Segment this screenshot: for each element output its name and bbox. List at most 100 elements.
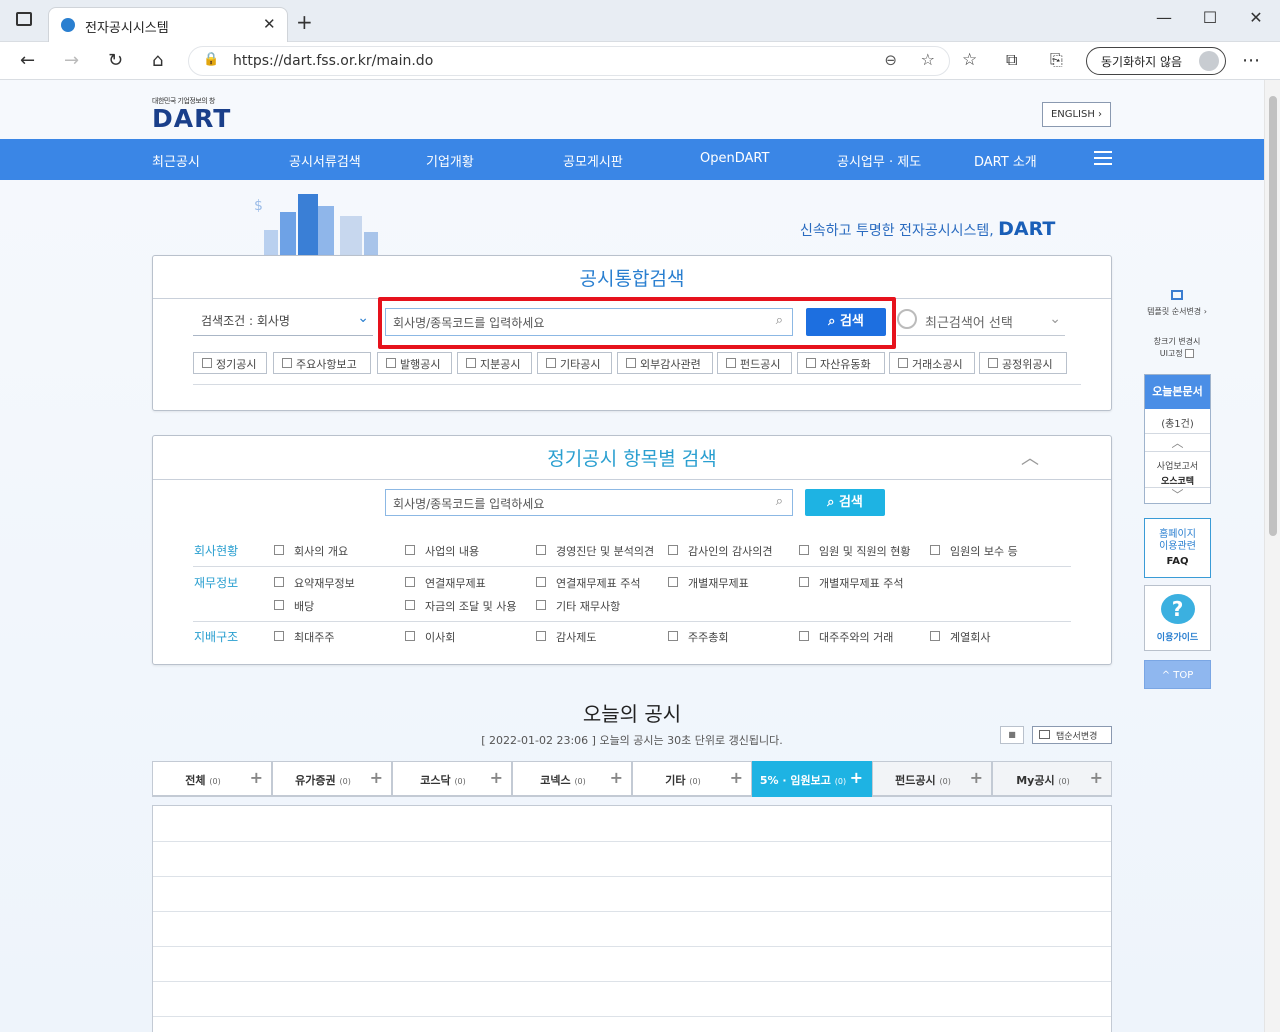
plus-icon[interactable]: +	[610, 768, 623, 787]
checkbox-box	[282, 358, 292, 368]
sync-button[interactable]: 동기화하지 않음	[1086, 47, 1226, 75]
tab-kosdaq[interactable]: 코스닥 (0) +	[392, 761, 512, 797]
checkbox-label: 발행공시	[400, 358, 441, 371]
checkbox-box	[274, 577, 284, 587]
tab-label: 코넥스	[540, 774, 571, 787]
checkbox-periodic[interactable]: 정기공시	[193, 352, 267, 374]
item-label: 이사회	[425, 631, 456, 644]
user-guide-link[interactable]: ? 이용가이드	[1144, 585, 1211, 651]
plus-icon[interactable]: +	[1090, 768, 1103, 787]
ui-fix-option[interactable]: 창크기 변경시 UI고정	[1144, 336, 1210, 360]
hamburger-menu-icon[interactable]	[1094, 151, 1112, 165]
plus-icon[interactable]: +	[730, 768, 743, 787]
tab-order-button[interactable]: 탭순서변경	[1032, 726, 1112, 744]
checkbox-box	[536, 545, 546, 555]
nav-about-dart[interactable]: DART 소개	[974, 151, 1037, 170]
checkbox-issuance[interactable]: 발행공시	[377, 352, 452, 374]
zoom-icon[interactable]: ⊖	[884, 51, 897, 69]
window-close-icon[interactable]: ✕	[1236, 8, 1276, 27]
back-icon[interactable]: ←	[20, 50, 35, 71]
ui-fix-label-2: UI고정	[1159, 349, 1183, 358]
recent-search-select[interactable]: 최근검색어 선택 ⌄	[897, 309, 1065, 336]
disclosure-list	[152, 805, 1112, 1032]
item-label: 최대주주	[294, 631, 335, 644]
plus-icon[interactable]: +	[850, 768, 863, 787]
tab-5pct-executive[interactable]: 5% · 임원보고 (0) +	[752, 761, 872, 797]
view-toggle-button[interactable]: ■	[1000, 726, 1024, 744]
home-icon[interactable]: ⌂	[152, 50, 163, 71]
recent-doc-type[interactable]: 사업보고서	[1145, 459, 1210, 472]
plus-icon[interactable]: +	[370, 768, 383, 787]
periodic-search-button[interactable]: ⌕ 검색	[805, 489, 885, 516]
page-scrollbar[interactable]	[1264, 80, 1280, 1032]
plus-icon[interactable]: +	[490, 768, 503, 787]
dart-favicon-icon	[61, 18, 75, 32]
lock-icon[interactable]: 🔒	[203, 52, 219, 67]
tab-all[interactable]: 전체 (0) +	[152, 761, 272, 797]
collapse-chevron-icon[interactable]: ︿	[1021, 444, 1039, 470]
scrollbar-thumb[interactable]	[1269, 96, 1277, 536]
more-menu-icon[interactable]: ⋯	[1242, 50, 1260, 71]
checkbox-box	[806, 358, 816, 368]
checkbox-box	[405, 545, 415, 555]
chevron-down-icon[interactable]: ﹀	[1145, 486, 1210, 503]
browser-tab[interactable]: 전자공시시스템 ✕	[48, 7, 288, 42]
checkbox-ftc[interactable]: 공정위공시	[979, 352, 1067, 374]
checkbox-securitization[interactable]: 자산유동화	[797, 352, 885, 374]
nav-offering-board[interactable]: 공모게시판	[563, 151, 623, 170]
plus-icon[interactable]: +	[250, 768, 263, 787]
item-label: 기타 재무사항	[556, 600, 621, 613]
reload-icon[interactable]: ↻	[108, 50, 123, 71]
plus-icon[interactable]: +	[970, 768, 983, 787]
browser-tab-bar: 전자공시시스템 ✕ + — ☐ ✕	[0, 0, 1280, 42]
item-label: 개별재무제표 주석	[819, 577, 904, 590]
checkbox-other[interactable]: 기타공시	[537, 352, 612, 374]
tab-kospi[interactable]: 유가증권 (0) +	[272, 761, 392, 797]
homepage-faq-link[interactable]: 홈페이지 이용관련 FAQ	[1144, 518, 1211, 578]
chevron-up-icon[interactable]: ︿	[1145, 434, 1210, 451]
minimize-icon[interactable]: —	[1144, 8, 1184, 27]
search-condition-select[interactable]: 검색조건 : 회사명 ⌄	[193, 310, 373, 336]
search-button-label: 검색	[838, 495, 863, 510]
template-order-link[interactable]: 템플릿 순서변경 ›	[1144, 290, 1210, 317]
item-label: 개별재무제표	[688, 577, 749, 590]
top-button[interactable]: ^ TOP	[1144, 660, 1211, 689]
maximize-icon[interactable]: ☐	[1190, 8, 1230, 27]
nav-opendart[interactable]: OpenDART	[700, 151, 769, 166]
favorites-icon[interactable]: ☆	[962, 50, 977, 70]
user-guide-label: 이용가이드	[1156, 633, 1199, 643]
checkbox-fund[interactable]: 펀드공시	[717, 352, 792, 374]
tab-other[interactable]: 기타 (0) +	[632, 761, 752, 797]
periodic-search-input[interactable]: 회사명/종목코드를 입력하세요 ⌕	[385, 489, 793, 516]
nav-disclosure-system[interactable]: 공시업무 · 제도	[837, 151, 921, 170]
ui-fix-checkbox[interactable]	[1185, 349, 1195, 358]
tab-actions-icon[interactable]	[16, 12, 32, 26]
nav-document-search[interactable]: 공시서류검색	[289, 151, 361, 170]
checkbox-exchange[interactable]: 거래소공시	[889, 352, 975, 374]
tab-my[interactable]: My공시 (0) +	[992, 761, 1112, 797]
tab-close-icon[interactable]: ✕	[263, 15, 276, 33]
forward-icon[interactable]: →	[64, 50, 79, 71]
checkbox-major-report[interactable]: 주요사항보고	[273, 352, 371, 374]
tab-konex[interactable]: 코넥스 (0) +	[512, 761, 632, 797]
checkbox-equity[interactable]: 지분공시	[457, 352, 532, 374]
checkbox-label: 지분공시	[480, 358, 521, 371]
dart-logo[interactable]: 대한민국 기업정보의 창 DART	[152, 96, 231, 133]
nav-company-overview[interactable]: 기업개황	[426, 151, 474, 170]
checkbox-box	[466, 358, 476, 368]
nav-recent-disclosure[interactable]: 최근공시	[152, 151, 200, 170]
tab-fund[interactable]: 펀드공시 (0) +	[872, 761, 992, 797]
new-tab-icon[interactable]: +	[296, 10, 313, 34]
checkbox-box	[668, 545, 678, 555]
faq-label: FAQ	[1166, 556, 1189, 567]
tab-count: (0)	[1058, 777, 1070, 786]
checkbox-box	[405, 577, 415, 587]
slogan-brand: DART	[998, 218, 1056, 240]
sharing-icon[interactable]: ⎘	[1050, 50, 1063, 70]
checkbox-external-audit[interactable]: 외부감사관련	[617, 352, 713, 374]
collections-icon[interactable]: ⧉	[1006, 50, 1017, 70]
favorite-add-icon[interactable]: ☆	[921, 50, 935, 69]
checkbox-box	[799, 577, 809, 587]
url-field[interactable]: 🔒 https://dart.fss.or.kr/main.do ⊖ ☆	[188, 46, 950, 76]
english-button[interactable]: ENGLISH ›	[1042, 102, 1111, 127]
